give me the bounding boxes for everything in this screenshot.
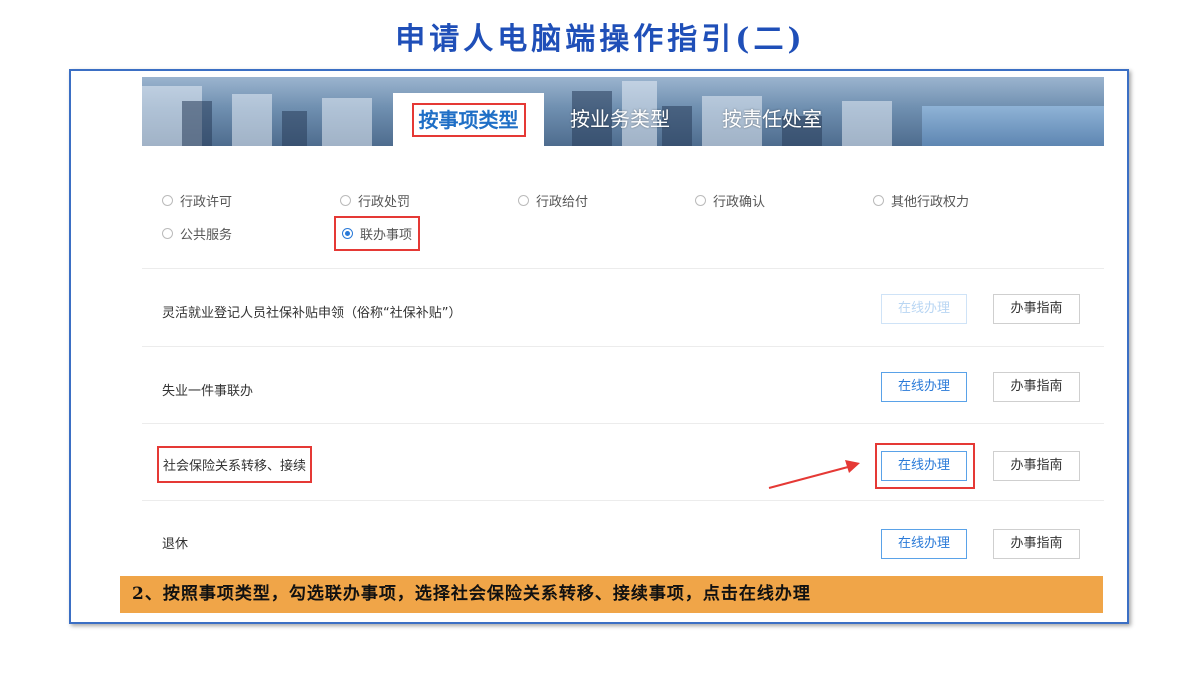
online-apply-button[interactable]: 在线办理: [881, 372, 967, 402]
radio-circle-icon: [162, 228, 173, 239]
radio-circle-icon: [340, 195, 351, 206]
filter-radio-other-powers[interactable]: 其他行政权力: [873, 191, 969, 210]
category-tabs: 按事项类型 按业务类型 按责任处室: [393, 93, 848, 146]
slide-title: 申请人电脑端操作指引(二): [395, 22, 806, 57]
radio-circle-icon: [518, 195, 529, 206]
divider: [142, 346, 1104, 347]
online-apply-button[interactable]: 在线办理: [881, 529, 967, 559]
tab-label: 按事项类型: [411, 103, 526, 137]
tab-by-business-type[interactable]: 按业务类型: [544, 93, 696, 146]
item-name-social-insurance-transfer[interactable]: 社会保险关系转移、接续: [157, 446, 313, 483]
radio-selected-icon: [342, 228, 353, 239]
service-guide-button[interactable]: 办事指南: [993, 529, 1080, 559]
radio-circle-icon: [162, 195, 173, 206]
item-name: 失业一件事联办: [162, 384, 254, 399]
item-name: 退休: [162, 537, 189, 552]
radio-circle-icon: [695, 195, 706, 206]
filter-radio-admin-confirmation[interactable]: 行政确认: [695, 191, 765, 210]
service-guide-button[interactable]: 办事指南: [993, 372, 1080, 402]
tab-by-department[interactable]: 按责任处室: [696, 93, 848, 146]
divider: [142, 500, 1104, 501]
filter-radio-public-service[interactable]: 公共服务: [162, 224, 232, 243]
step-caption: 2、按照事项类型，勾选联办事项，选择社会保险关系转移、接续事项，点击在线办理: [120, 576, 1103, 613]
service-guide-button[interactable]: 办事指南: [993, 294, 1080, 324]
item-name: 灵活就业登记人员社保补贴申领（俗称“社保补贴”）: [162, 306, 462, 321]
filter-radio-admin-license[interactable]: 行政许可: [162, 191, 232, 210]
filter-radio-admin-penalty[interactable]: 行政处罚: [340, 191, 410, 210]
radio-circle-icon: [873, 195, 884, 206]
filter-radio-admin-payment[interactable]: 行政给付: [518, 191, 588, 210]
highlight-box: [875, 443, 975, 489]
divider: [142, 423, 1104, 424]
filter-radio-joint-items[interactable]: 联办事项: [334, 216, 421, 251]
service-guide-button[interactable]: 办事指南: [993, 451, 1080, 481]
tab-by-item-type[interactable]: 按事项类型: [393, 93, 544, 146]
divider: [142, 268, 1104, 269]
online-apply-button[interactable]: 在线办理: [881, 294, 967, 324]
